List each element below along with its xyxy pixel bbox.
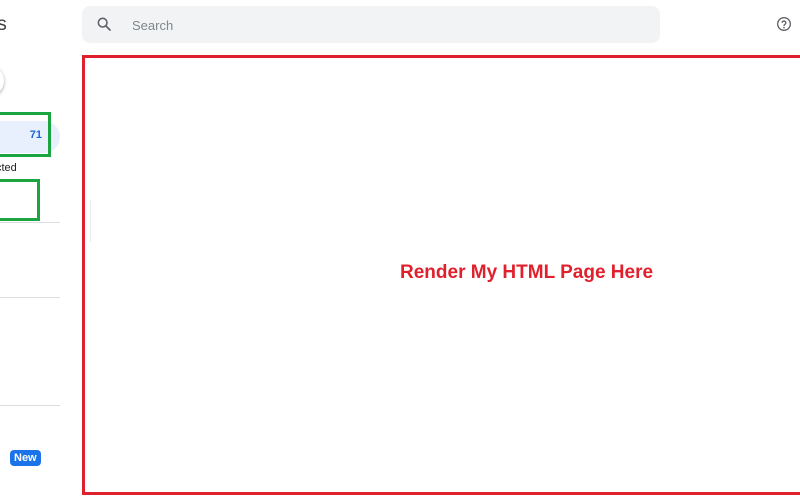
search-input[interactable] [130, 6, 634, 45]
app-title: ts [0, 14, 7, 35]
highlight-box-contacts [0, 112, 51, 157]
help-icon[interactable] [776, 16, 792, 32]
highlight-box-item [0, 179, 40, 221]
search-icon[interactable] [96, 16, 112, 32]
sidebar-divider [0, 405, 60, 406]
search-bar[interactable] [82, 6, 660, 45]
sidebar-divider [0, 297, 60, 298]
sidebar-divider [0, 222, 60, 223]
create-contact-button[interactable] [0, 66, 4, 96]
render-placeholder-text: Render My HTML Page Here [400, 262, 654, 283]
new-badge: New [10, 450, 41, 466]
nav-subtext: cted [0, 162, 17, 174]
